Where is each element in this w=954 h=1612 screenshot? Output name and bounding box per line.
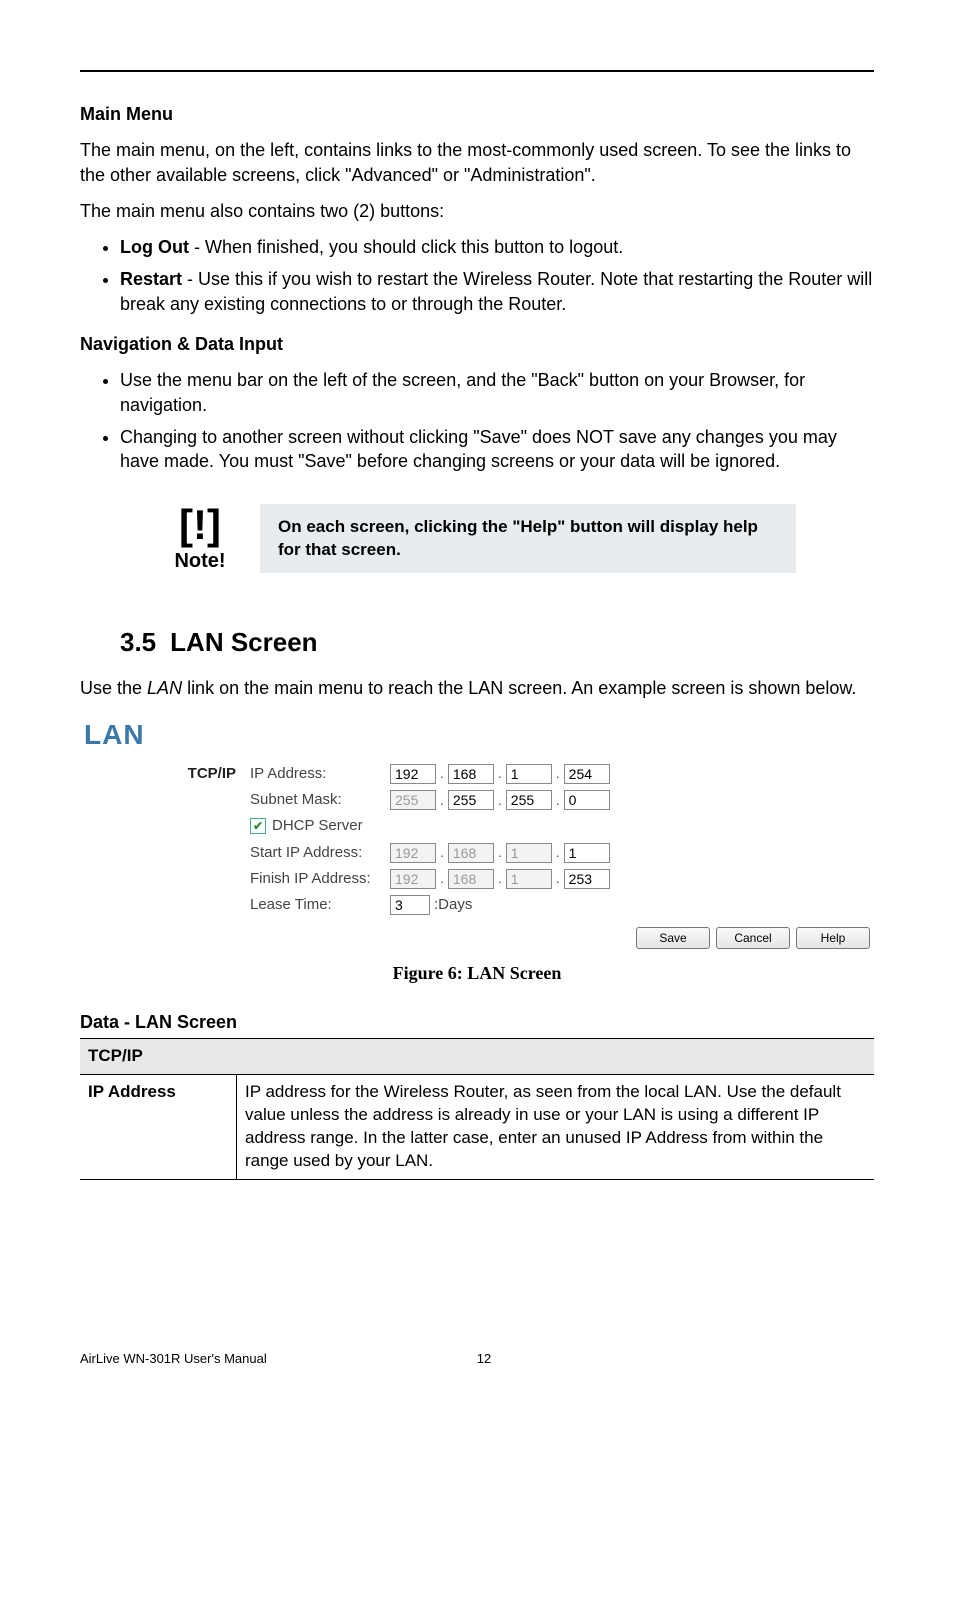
ip-octet-2[interactable] [448,764,494,784]
ip-octet-1[interactable] [390,764,436,784]
table-key-ip-address: IP Address [80,1074,237,1179]
subnet-mask-fields: . . . [390,790,874,810]
lan-screen-title: LAN [84,716,874,754]
lease-time-label: Lease Time: [250,895,390,915]
subnet-octet-3[interactable] [506,790,552,810]
ip-octet-3[interactable] [506,764,552,784]
main-menu-button-list: Log Out - When finished, you should clic… [80,235,874,316]
save-button[interactable]: Save [636,927,710,949]
footer-page-number: 12 [477,1350,491,1368]
tcpip-group-label: TCP/IP [80,764,250,784]
table-section-header: TCP/IP [80,1039,874,1075]
subnet-mask-label: Subnet Mask: [250,790,390,810]
note-text: On each screen, clicking the "Help" butt… [260,504,796,574]
dot-icon: . [498,791,502,810]
section-title: LAN Screen [170,627,317,657]
heading-nav-input: Navigation & Data Input [80,332,874,356]
note-label: Note! [160,548,240,575]
start-ip-fields: . . . [390,843,874,863]
finish-ip-octet-3[interactable] [506,869,552,889]
dot-icon: . [498,843,502,862]
note-icon-cell: [!] Note! [160,504,240,575]
table-row: IP Address IP address for the Wireless R… [80,1074,874,1179]
list-item: Changing to another screen without click… [120,425,874,474]
finish-ip-fields: . . . [390,869,874,889]
heading-main-menu: Main Menu [80,102,874,126]
dot-icon: . [498,764,502,783]
dot-icon: . [498,869,502,888]
ip-octet-4[interactable] [564,764,610,784]
finish-ip-octet-1[interactable] [390,869,436,889]
restart-label: Restart [120,269,182,289]
ip-address-fields: . . . [390,764,874,784]
list-item: Restart - Use this if you wish to restar… [120,267,874,316]
dot-icon: . [556,843,560,862]
nav-input-list: Use the menu bar on the left of the scre… [80,368,874,473]
lan-intro-pre: Use the [80,678,147,698]
subnet-octet-1[interactable] [390,790,436,810]
lan-screen-button-row: Save Cancel Help [80,927,874,949]
data-lan-table: TCP/IP IP Address IP address for the Wir… [80,1038,874,1180]
dot-icon: . [440,791,444,810]
start-ip-octet-1[interactable] [390,843,436,863]
lan-intro: Use the LAN link on the main menu to rea… [80,676,874,700]
table-desc-ip-address: IP address for the Wireless Router, as s… [237,1074,875,1179]
finish-ip-octet-2[interactable] [448,869,494,889]
section-heading: 3.5 LAN Screen [120,625,874,660]
data-lan-heading: Data - LAN Screen [80,1010,874,1034]
ip-address-label: IP Address: [250,764,390,784]
lease-time-fields: :Days [390,895,874,915]
lan-intro-em: LAN [147,678,182,698]
subnet-octet-4[interactable] [564,790,610,810]
finish-ip-octet-4[interactable] [564,869,610,889]
dot-icon: . [440,843,444,862]
start-ip-octet-3[interactable] [506,843,552,863]
dot-icon: . [556,869,560,888]
subnet-octet-2[interactable] [448,790,494,810]
dot-icon: . [440,764,444,783]
start-ip-label: Start IP Address: [250,843,390,863]
list-item: Use the menu bar on the left of the scre… [120,368,874,417]
logout-label: Log Out [120,237,189,257]
figure-caption: Figure 6: LAN Screen [80,961,874,985]
dot-icon: . [440,869,444,888]
note-callout: [!] Note! On each screen, clicking the "… [80,504,874,575]
page-footer: AirLive WN-301R User's Manual 12 [80,1350,874,1368]
lan-screen-figure: LAN TCP/IP IP Address: . . . Subnet Mask… [80,712,874,949]
cancel-button[interactable]: Cancel [716,927,790,949]
restart-text: - Use this if you wish to restart the Wi… [120,269,872,313]
dhcp-server-checkbox[interactable]: ✔ [250,818,266,834]
dhcp-server-label: DHCP Server [272,816,363,836]
dot-icon: . [556,791,560,810]
footer-manual-title: AirLive WN-301R User's Manual [80,1350,267,1368]
page-top-rule [80,70,874,72]
logout-text: - When finished, you should click this b… [189,237,623,257]
alert-icon: [!] [160,504,240,546]
finish-ip-label: Finish IP Address: [250,869,390,889]
lease-time-unit: :Days [434,895,472,915]
help-button[interactable]: Help [796,927,870,949]
start-ip-octet-4[interactable] [564,843,610,863]
lan-intro-post: link on the main menu to reach the LAN s… [182,678,856,698]
main-menu-buttons-intro: The main menu also contains two (2) butt… [80,199,874,223]
section-number: 3.5 [120,627,156,657]
start-ip-octet-2[interactable] [448,843,494,863]
list-item: Log Out - When finished, you should clic… [120,235,874,259]
main-menu-intro: The main menu, on the left, contains lin… [80,138,874,187]
dot-icon: . [556,764,560,783]
lease-time-input[interactable] [390,895,430,915]
